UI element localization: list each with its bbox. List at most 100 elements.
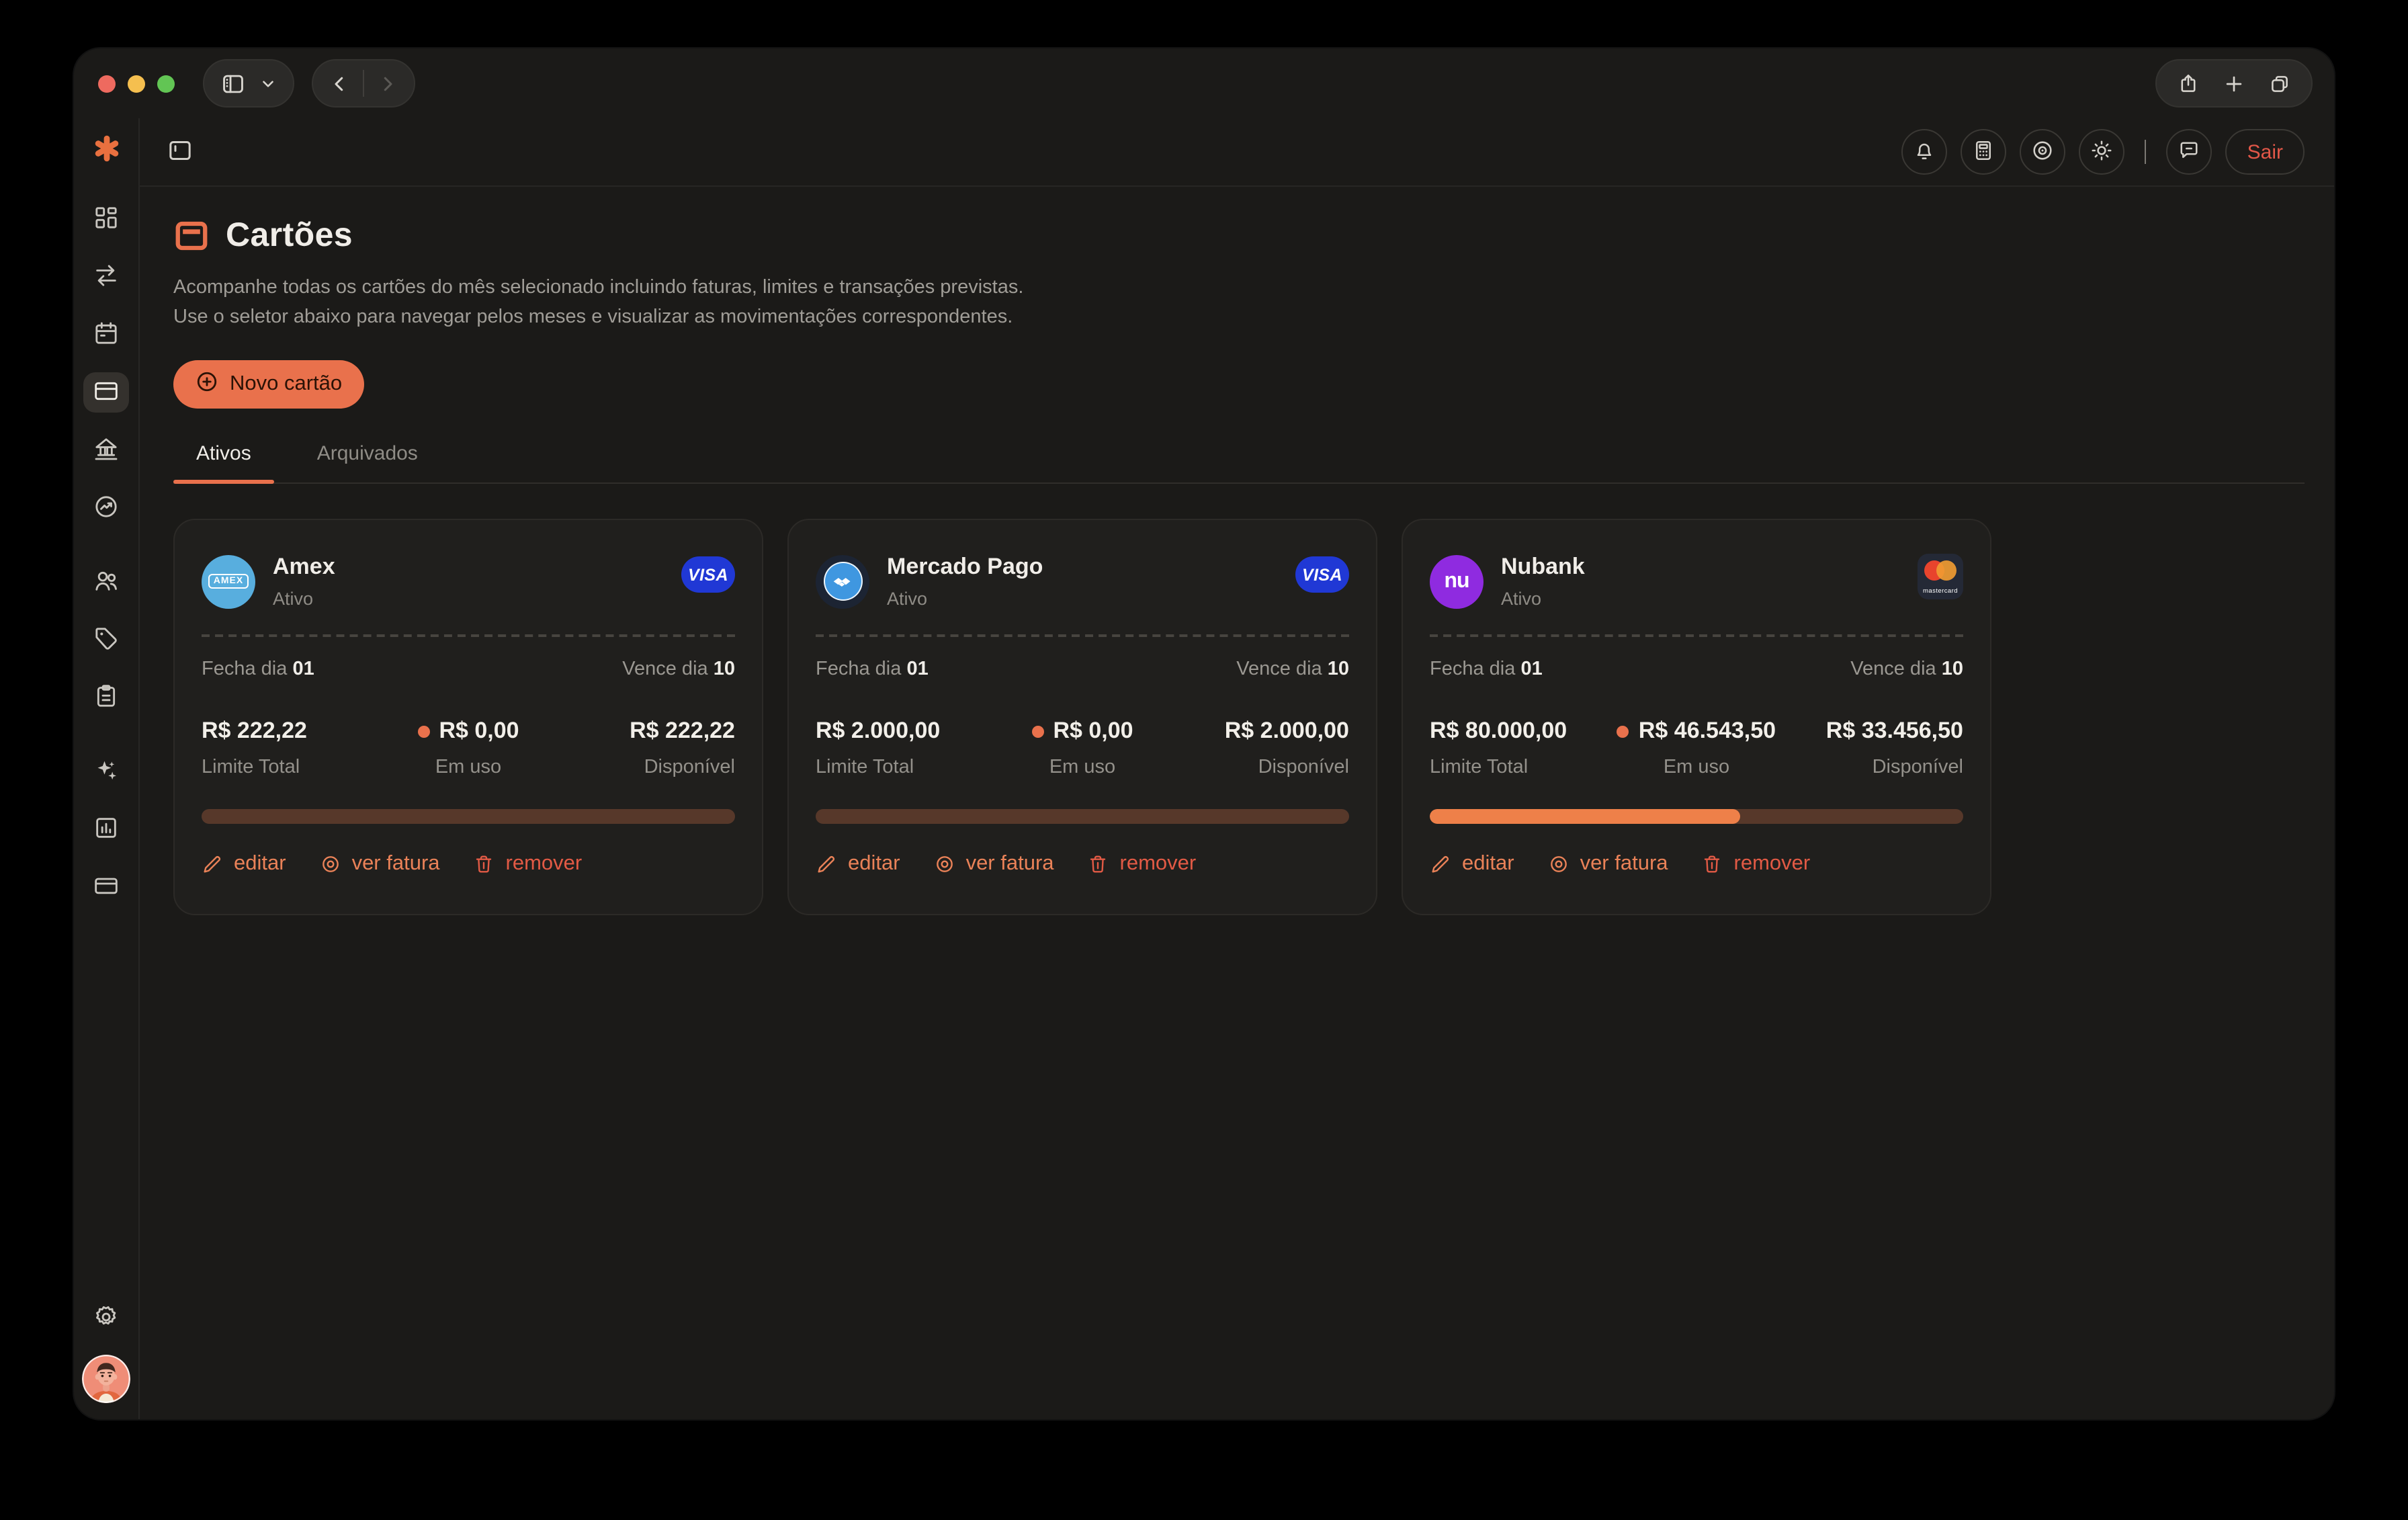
zoom-button[interactable] [157, 75, 175, 92]
circle-dot-icon [1548, 853, 1570, 875]
card-name: Mercado Pago [887, 554, 1043, 581]
transfers-icon [93, 261, 120, 292]
available-column: R$ 33.456,50 Disponível [1785, 718, 1963, 778]
page-description: Acompanhe todas os cartões do mês seleci… [173, 273, 1054, 332]
user-avatar[interactable] [82, 1355, 130, 1403]
visa-badge: VISA [1295, 556, 1349, 593]
sidebar-item-accounts[interactable] [83, 867, 129, 907]
panel-toggle-button[interactable] [167, 136, 194, 167]
remove-card-button[interactable]: remover [1088, 852, 1197, 876]
mastercard-badge: mastercard [1918, 554, 1963, 599]
logout-button[interactable]: Sair [2226, 129, 2305, 175]
card-actions: editar ver fatura remover [202, 852, 735, 876]
share-button[interactable] [2177, 72, 2200, 95]
sidebar [74, 118, 140, 1419]
settings-button[interactable] [83, 1298, 129, 1339]
sparkles-icon [93, 756, 120, 787]
sidebar-nav [83, 199, 129, 907]
due-day: Vence dia 10 [1850, 659, 1963, 680]
page-title: Cartões [226, 216, 353, 255]
close-day: Fecha dia 01 [816, 659, 929, 680]
chat-icon [2178, 138, 2202, 166]
usage-progressbar [202, 809, 735, 824]
card-head: nu Nubank Ativo mastercard [1430, 554, 1963, 609]
sidebar-item-transfers[interactable] [83, 257, 129, 297]
gear-icon [93, 1303, 120, 1334]
card-name: Amex [273, 554, 335, 581]
chevron-down-icon [259, 75, 277, 92]
sidebar-item-bank[interactable] [83, 430, 129, 470]
view-invoice-button[interactable]: ver fatura [934, 852, 1054, 876]
dashed-divider [202, 634, 735, 637]
card-status: Ativo [273, 589, 335, 609]
card-head: Mercado Pago Ativo VISA [816, 554, 1349, 609]
titlebar-left [98, 59, 415, 108]
feedback-button[interactable] [2167, 129, 2212, 175]
card-titleblock: Nubank Ativo [1501, 554, 1585, 609]
card-titleblock: Mercado Pago Ativo [887, 554, 1043, 609]
sidebar-item-contacts[interactable] [83, 562, 129, 602]
sidebar-item-tags[interactable] [83, 620, 129, 660]
view-invoice-button[interactable]: ver fatura [1548, 852, 1668, 876]
remove-card-button[interactable]: remover [474, 852, 583, 876]
card-head: AMEX Amex Ativo VISA [202, 554, 735, 609]
edit-card-button[interactable]: editar [816, 852, 900, 876]
circle-dot-icon [320, 853, 341, 875]
close-day: Fecha dia 01 [202, 659, 314, 680]
tab-ativos[interactable]: Ativos [173, 442, 274, 482]
mastercard-orange-circle [1936, 560, 1956, 581]
calculator-button[interactable] [1961, 129, 2007, 175]
notifications-button[interactable] [1902, 129, 1948, 175]
sidebar-item-calendar[interactable] [83, 314, 129, 355]
sidebar-item-dashboard[interactable] [83, 199, 129, 239]
close-button[interactable] [98, 75, 116, 92]
tab-arquivados[interactable]: Arquivados [294, 442, 441, 482]
eye-target-icon [2031, 138, 2055, 166]
users-icon [93, 566, 120, 597]
sidebar-panel-icon [220, 71, 246, 96]
calendar-icon [93, 319, 120, 350]
card-days-row: Fecha dia 01 Vence dia 10 [202, 659, 735, 680]
sidebar-item-reports[interactable] [83, 809, 129, 849]
calculator-icon [1972, 138, 1996, 166]
panel-toggle-icon [167, 136, 194, 167]
nubank-logo: nu [1430, 554, 1484, 608]
theme-toggle-button[interactable] [2079, 129, 2125, 175]
back-button[interactable] [329, 73, 349, 93]
tabs: Ativos Arquivados [173, 442, 2305, 484]
usage-fill [1430, 809, 1740, 824]
used-column: R$ 46.543,50 Em uso [1608, 718, 1786, 778]
chevron-right-icon [378, 73, 398, 93]
dashed-divider [816, 634, 1349, 637]
titlebar [74, 48, 2334, 118]
sidebar-item-notes[interactable] [83, 677, 129, 718]
trash-icon [474, 853, 495, 875]
main-area: Sair Cartões Acompanhe todas os cartões … [140, 118, 2334, 1419]
titlebar-chevron-down-button[interactable] [259, 75, 277, 92]
card-name: Nubank [1501, 554, 1585, 581]
dashed-divider [1430, 634, 1963, 637]
sidebar-item-performance[interactable] [83, 488, 129, 528]
plus-icon [2223, 72, 2245, 95]
app-logo [92, 118, 120, 185]
duplicate-button[interactable] [2268, 72, 2291, 95]
sidebar-item-assistant[interactable] [83, 751, 129, 792]
card-amounts: R$ 2.000,00 Limite Total R$ 0,00 Em uso … [816, 718, 1349, 778]
remove-card-button[interactable]: remover [1702, 852, 1811, 876]
forward-button[interactable] [378, 73, 398, 93]
new-tab-button[interactable] [2223, 72, 2245, 95]
card-issuer: nu Nubank Ativo [1430, 554, 1585, 609]
credit-card-item: nu Nubank Ativo mastercard Fecha dia 01 … [1402, 519, 1991, 915]
view-invoice-button[interactable]: ver fatura [320, 852, 440, 876]
page-header: Sair [140, 118, 2334, 187]
edit-card-button[interactable]: editar [202, 852, 286, 876]
new-card-button[interactable]: Novo cartão [173, 360, 363, 409]
sidebar-item-cards[interactable] [83, 372, 129, 413]
edit-card-button[interactable]: editar [1430, 852, 1514, 876]
sidebar-toggle-button[interactable] [220, 71, 246, 96]
privacy-button[interactable] [2020, 129, 2066, 175]
tag-icon [93, 624, 120, 655]
chevron-left-icon [329, 73, 349, 93]
minimize-button[interactable] [128, 75, 145, 92]
clipboard-icon [93, 682, 120, 713]
